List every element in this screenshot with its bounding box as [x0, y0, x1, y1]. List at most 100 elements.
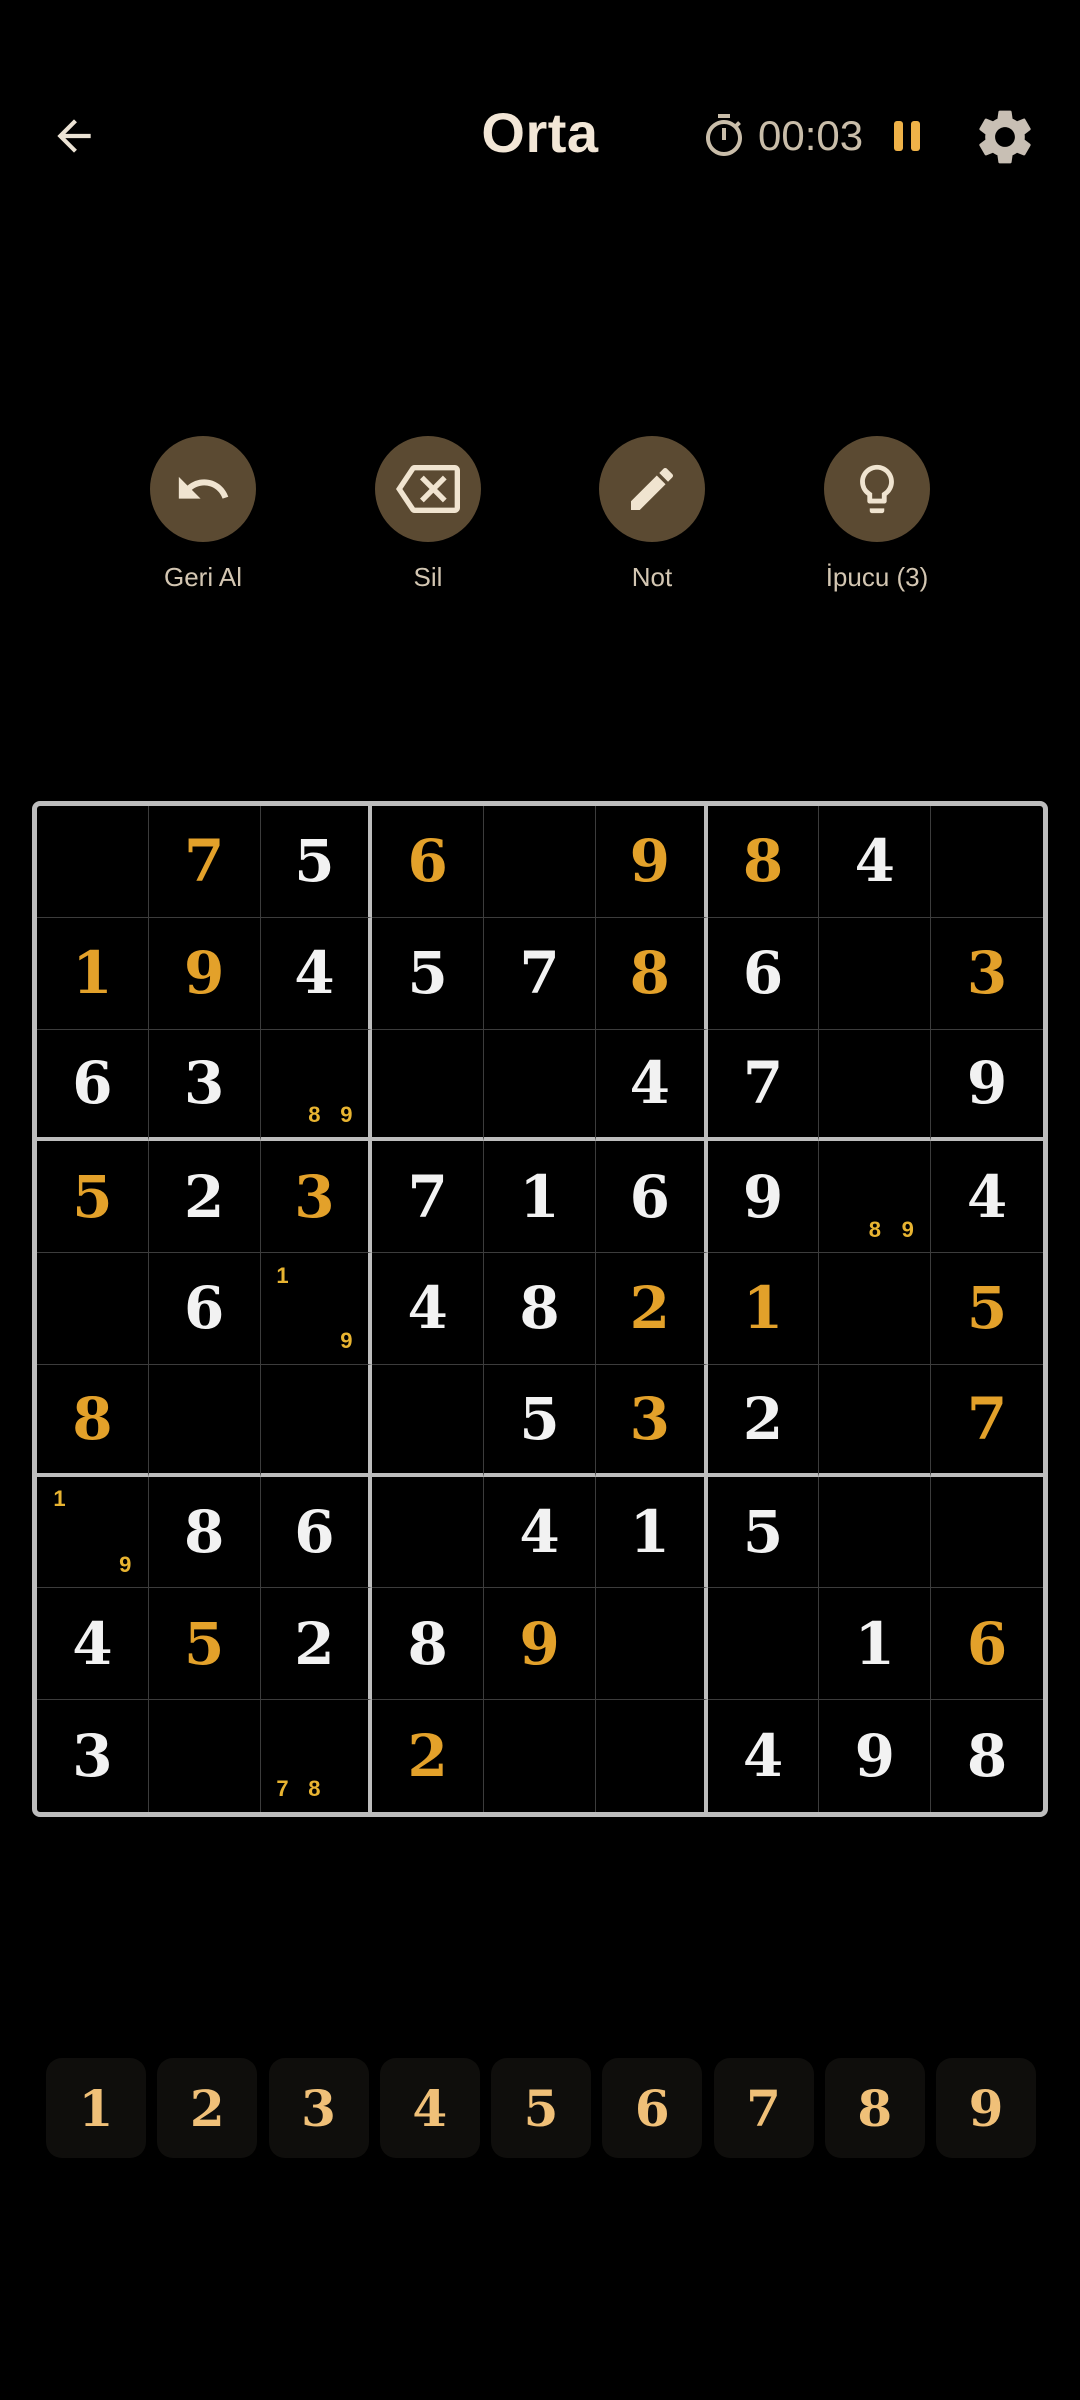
cell-r6-c1[interactable]: 8 [37, 1364, 149, 1477]
cell-r5-c4[interactable]: 4 [372, 1253, 485, 1365]
cell-r6-c3[interactable] [260, 1364, 373, 1477]
cell-r3-c5[interactable] [484, 1029, 596, 1142]
cell-r9-c3[interactable]: 78 [261, 1700, 373, 1812]
cell-r9-c2[interactable] [149, 1700, 261, 1812]
cell-r5-c6[interactable]: 2 [595, 1253, 708, 1365]
cell-r2-c1[interactable]: 1 [37, 917, 149, 1030]
cell-r1-c7[interactable]: 8 [707, 806, 820, 918]
cell-r2-c6[interactable]: 8 [595, 917, 708, 1030]
cell-r3-c4[interactable] [372, 1029, 485, 1142]
cell-r8-c7[interactable] [707, 1588, 820, 1701]
cell-r8-c1[interactable]: 4 [37, 1588, 149, 1701]
cell-r7-c7[interactable]: 5 [707, 1476, 820, 1589]
cell-r4-c7[interactable]: 9 [707, 1141, 820, 1254]
cell-r9-c5[interactable] [484, 1700, 596, 1812]
cell-r6-c9[interactable]: 7 [931, 1365, 1043, 1477]
cell-r4-c8[interactable]: 89 [819, 1141, 932, 1254]
numpad-key-1[interactable]: 1 [46, 2058, 146, 2158]
cell-r4-c3[interactable]: 3 [260, 1141, 373, 1254]
numpad-key-3[interactable]: 3 [268, 2058, 369, 2158]
backspace-icon [396, 465, 460, 513]
notes-button[interactable]: Not [552, 436, 752, 593]
cell-r1-c3[interactable]: 5 [260, 806, 373, 918]
cell-r7-c6[interactable]: 1 [595, 1476, 708, 1589]
settings-button[interactable] [972, 104, 1038, 170]
note-digit: 8 [308, 1776, 321, 1802]
cell-r4-c5[interactable]: 1 [484, 1141, 596, 1254]
cell-r9-c1[interactable]: 3 [37, 1700, 149, 1812]
numpad-key-9[interactable]: 9 [936, 2058, 1036, 2158]
cell-r8-c6[interactable] [595, 1588, 708, 1701]
cell-r5-c9[interactable]: 5 [931, 1253, 1043, 1365]
notes-label: Not [631, 562, 673, 592]
numpad-key-5[interactable]: 5 [491, 2058, 591, 2158]
cell-r9-c6[interactable] [596, 1700, 708, 1812]
cell-r1-c4[interactable]: 6 [372, 806, 485, 918]
cell-r3-c3[interactable]: 89 [260, 1029, 373, 1142]
cell-r3-c6[interactable]: 4 [595, 1029, 708, 1142]
stopwatch-icon [706, 114, 742, 156]
cell-r8-c2[interactable]: 5 [148, 1588, 261, 1701]
cell-r7-c5[interactable]: 4 [484, 1476, 596, 1589]
pause-button[interactable] [886, 112, 928, 160]
cell-r9-c8[interactable]: 9 [819, 1700, 932, 1812]
cell-r1-c6[interactable]: 9 [595, 806, 708, 918]
cell-r5-c8[interactable] [819, 1253, 932, 1365]
cell-r8-c9[interactable]: 6 [931, 1588, 1043, 1701]
cell-r9-c7[interactable]: 4 [708, 1700, 820, 1812]
numpad-key-4[interactable]: 4 [379, 2058, 480, 2158]
cell-r2-c2[interactable]: 9 [148, 917, 261, 1030]
cell-r7-c2[interactable]: 8 [148, 1476, 261, 1589]
cell-r2-c8[interactable] [819, 917, 932, 1030]
cell-r5-c7[interactable]: 1 [707, 1253, 820, 1365]
cell-r7-c4[interactable] [372, 1476, 485, 1589]
cell-r4-c9[interactable]: 4 [931, 1141, 1043, 1254]
cell-r3-c7[interactable]: 7 [707, 1029, 820, 1142]
cell-r3-c9[interactable]: 9 [931, 1030, 1043, 1142]
cell-r4-c4[interactable]: 7 [372, 1141, 485, 1254]
numpad-key-6[interactable]: 6 [602, 2058, 703, 2158]
cell-r6-c5[interactable]: 5 [484, 1364, 596, 1477]
cell-r1-c1[interactable] [37, 806, 149, 918]
cell-r2-c5[interactable]: 7 [484, 917, 596, 1030]
cell-r7-c3[interactable]: 6 [260, 1476, 373, 1589]
hint-button[interactable]: İpucu (3) [777, 436, 977, 593]
cell-r5-c2[interactable]: 6 [148, 1253, 261, 1365]
cell-r1-c8[interactable]: 4 [819, 806, 932, 918]
numpad-key-7[interactable]: 7 [713, 2058, 814, 2158]
cell-r4-c6[interactable]: 6 [595, 1141, 708, 1254]
cell-r2-c9[interactable]: 3 [931, 918, 1043, 1030]
cell-r1-c9[interactable] [931, 806, 1043, 918]
cell-r3-c8[interactable] [819, 1029, 932, 1142]
numpad-key-8[interactable]: 8 [824, 2058, 925, 2158]
cell-r8-c5[interactable]: 9 [484, 1588, 596, 1701]
cell-r7-c8[interactable] [819, 1476, 932, 1589]
cell-r6-c7[interactable]: 2 [707, 1364, 820, 1477]
cell-r1-c5[interactable] [484, 806, 596, 918]
cell-r3-c1[interactable]: 6 [37, 1029, 149, 1142]
numpad-key-2[interactable]: 2 [157, 2058, 258, 2158]
cell-r3-c2[interactable]: 3 [148, 1029, 261, 1142]
cell-r9-c9[interactable]: 8 [931, 1700, 1043, 1812]
cell-r7-c9[interactable] [931, 1477, 1043, 1589]
cell-r6-c2[interactable] [148, 1364, 261, 1477]
cell-r9-c4[interactable]: 2 [372, 1700, 485, 1812]
cell-r5-c3[interactable]: 19 [260, 1253, 373, 1365]
cell-r6-c8[interactable] [819, 1364, 932, 1477]
erase-button[interactable]: Sil [328, 436, 528, 593]
cell-r8-c8[interactable]: 1 [819, 1588, 932, 1701]
cell-r6-c4[interactable] [372, 1364, 485, 1477]
cell-r5-c1[interactable] [37, 1253, 149, 1365]
cell-r8-c3[interactable]: 2 [260, 1588, 373, 1701]
cell-r7-c1[interactable]: 19 [37, 1476, 149, 1589]
cell-r2-c3[interactable]: 4 [260, 917, 373, 1030]
undo-button[interactable]: Geri Al [103, 436, 303, 593]
cell-r4-c1[interactable]: 5 [37, 1141, 149, 1254]
cell-r8-c4[interactable]: 8 [372, 1588, 485, 1701]
cell-r2-c4[interactable]: 5 [372, 917, 485, 1030]
cell-r5-c5[interactable]: 8 [484, 1253, 596, 1365]
cell-r6-c6[interactable]: 3 [595, 1364, 708, 1477]
cell-r4-c2[interactable]: 2 [148, 1141, 261, 1254]
cell-r2-c7[interactable]: 6 [707, 917, 820, 1030]
cell-r1-c2[interactable]: 7 [148, 806, 261, 918]
